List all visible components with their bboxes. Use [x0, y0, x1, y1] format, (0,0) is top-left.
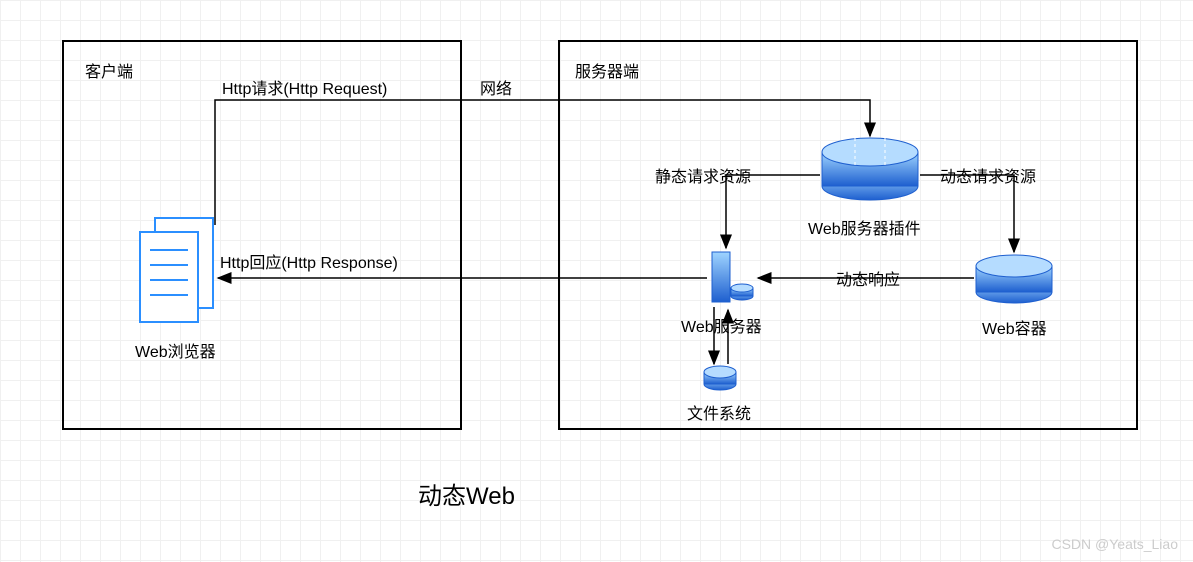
- server-box-title: 服务器端: [575, 58, 639, 82]
- watermark: CSDN @Yeats_Liao: [1051, 536, 1178, 552]
- file-system-label: 文件系统: [687, 400, 751, 424]
- dynamic-response-label: 动态响应: [836, 266, 900, 290]
- static-request-label: 静态请求资源: [655, 163, 751, 187]
- web-container-label: Web容器: [982, 315, 1047, 339]
- web-server-plugin-label: Web服务器插件: [808, 215, 921, 239]
- web-server-label: Web服务器: [681, 313, 762, 337]
- http-request-label: Http请求(Http Request): [222, 75, 387, 99]
- http-response-label: Http回应(Http Response): [220, 249, 398, 273]
- diagram-title: 动态Web: [418, 476, 515, 511]
- network-label: 网络: [480, 75, 512, 99]
- client-box-title: 客户端: [85, 58, 133, 82]
- browser-label: Web浏览器: [135, 338, 216, 362]
- dynamic-request-label: 动态请求资源: [940, 163, 1036, 187]
